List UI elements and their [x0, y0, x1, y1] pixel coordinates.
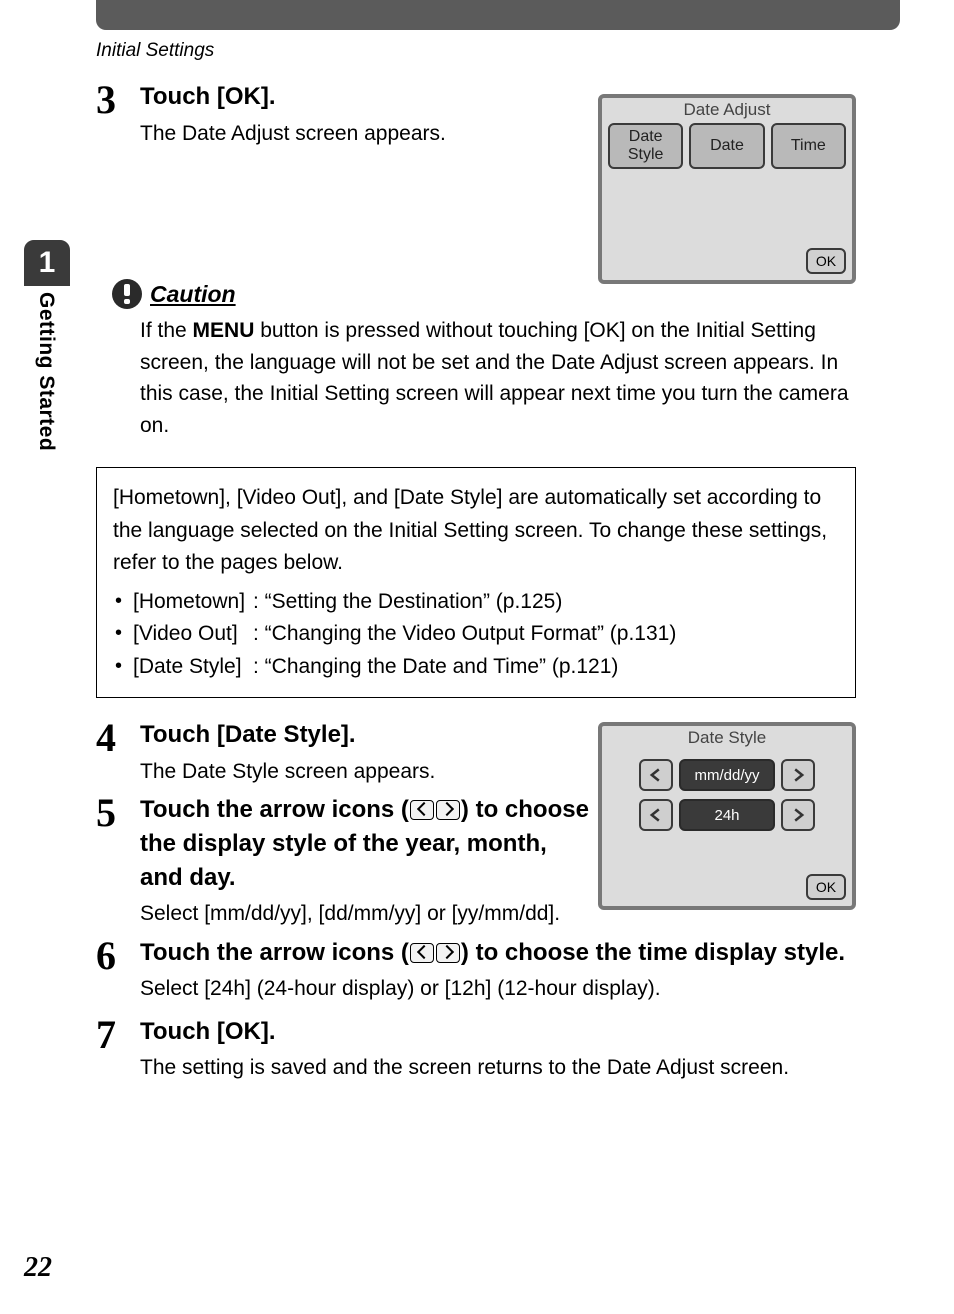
date-format-row: mm/dd/yy — [602, 759, 852, 791]
title-post: ) to choose the time display style. — [461, 939, 845, 966]
info-label: [Hometown] — [133, 586, 253, 619]
step-desc: Select [mm/dd/yy], [dd/mm/yy] or [yy/mm/… — [140, 898, 590, 930]
info-ref: : “Setting the Destination” (p.125) — [253, 590, 562, 613]
step-desc: The setting is saved and the screen retu… — [140, 1052, 856, 1084]
date-format-value: mm/dd/yy — [679, 759, 775, 791]
step-7: 7 Touch [OK]. The setting is saved and t… — [96, 1015, 856, 1084]
caution-title: Caution — [150, 281, 236, 308]
title-pre: Touch the arrow icons ( — [140, 796, 409, 823]
info-box: [Hometown], [Video Out], and [Date Style… — [96, 467, 856, 698]
info-item-datestyle: [Date Style]: “Changing the Date and Tim… — [113, 651, 839, 684]
arrow-right-icon[interactable] — [781, 799, 815, 831]
step-number: 5 — [96, 793, 140, 833]
info-ref: : “Changing the Date and Time” (p.121) — [253, 655, 618, 678]
step-title: Touch [OK]. — [140, 1015, 856, 1049]
info-ref: : “Changing the Video Output Format” (p.… — [253, 622, 676, 645]
arrow-right-icon[interactable] — [781, 759, 815, 791]
time-format-value: 24h — [679, 799, 775, 831]
step-number: 3 — [96, 80, 140, 120]
caution-body: If the MENU button is pressed without to… — [140, 315, 856, 441]
arrow-left-icon[interactable] — [639, 759, 673, 791]
step-title: Touch the arrow icons ( ) to choose the t… — [140, 936, 856, 970]
step-number: 7 — [96, 1015, 140, 1055]
step-6: 6 Touch the arrow icons ( ) to choose the… — [96, 936, 856, 1005]
info-item-hometown: [Hometown]: “Setting the Destination” (p… — [113, 586, 839, 619]
step-title: Touch the arrow icons () to choose the d… — [140, 793, 590, 894]
step-title: Touch [Date Style]. — [140, 718, 590, 752]
page-number: 22 — [24, 1252, 52, 1284]
arrow-left-icon[interactable] — [639, 799, 673, 831]
step-desc: The Date Style screen appears. — [140, 756, 590, 788]
running-head: Initial Settings — [96, 40, 214, 62]
arrow-left-icon — [410, 800, 434, 820]
step-number: 6 — [96, 936, 140, 976]
menu-word: MENU — [193, 319, 255, 342]
date-style-screen: Date Style mm/dd/yy 24h OK — [598, 722, 856, 910]
arrow-right-icon — [436, 800, 460, 820]
date-adjust-screen: Date Adjust Date Style Date Time OK — [598, 94, 856, 284]
step-3: 3 Touch [OK]. The Date Adjust screen app… — [96, 80, 856, 149]
date-button[interactable]: Date — [689, 123, 764, 169]
caution-text-pre: If the — [140, 319, 193, 342]
top-bar — [96, 0, 900, 30]
ok-button[interactable]: OK — [806, 248, 846, 274]
screen-title: Date Adjust — [602, 98, 852, 123]
info-intro: [Hometown], [Video Out], and [Date Style… — [113, 482, 839, 580]
chapter-label: Getting Started — [24, 286, 58, 451]
arrow-left-icon — [410, 943, 434, 963]
arrow-right-icon — [436, 943, 460, 963]
info-label: [Video Out] — [133, 618, 253, 651]
info-label: [Date Style] — [133, 651, 253, 684]
time-button[interactable]: Time — [771, 123, 846, 169]
title-pre: Touch the arrow icons ( — [140, 939, 409, 966]
step-desc: Select [24h] (24-hour display) or [12h] … — [140, 973, 856, 1005]
time-format-row: 24h — [602, 799, 852, 831]
info-item-videoout: [Video Out]: “Changing the Video Output … — [113, 618, 839, 651]
chapter-number: 1 — [24, 240, 70, 286]
screen-title: Date Style — [602, 726, 852, 751]
side-tab: 1 Getting Started — [24, 240, 70, 451]
ok-button[interactable]: OK — [806, 874, 846, 900]
step-number: 4 — [96, 718, 140, 758]
date-style-button[interactable]: Date Style — [608, 123, 683, 169]
caution-icon — [112, 279, 142, 309]
